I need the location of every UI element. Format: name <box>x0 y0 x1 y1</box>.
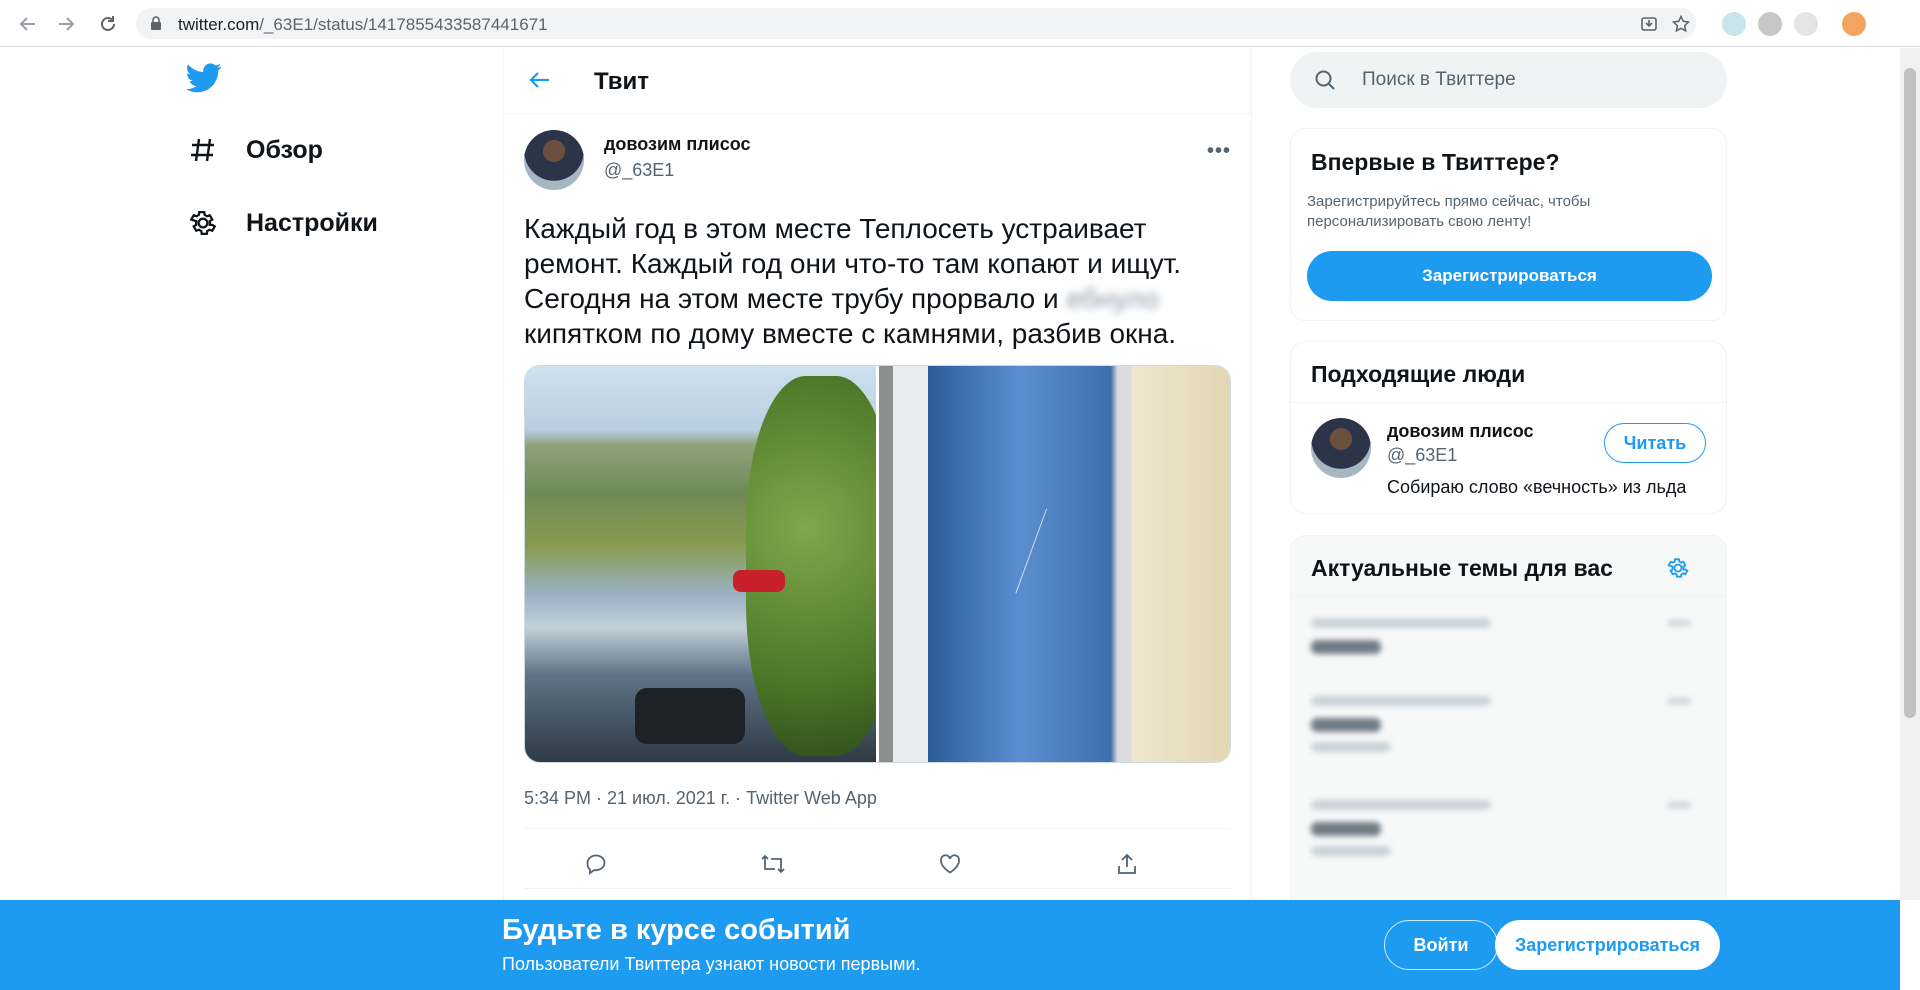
lock-icon <box>150 16 162 35</box>
profile-avatar-icon[interactable] <box>1842 12 1866 36</box>
tweet-actions <box>524 838 1231 890</box>
trends-title: Актуальные темы для вас <box>1311 555 1613 581</box>
browser-back-icon[interactable] <box>14 10 42 38</box>
divider <box>1291 596 1726 597</box>
bookmark-star-icon[interactable] <box>1671 14 1691 38</box>
signup-card-description: Зарегистрируйтесь прямо сейчас, чтобы пе… <box>1307 193 1591 230</box>
follow-button[interactable]: Читать <box>1604 423 1706 463</box>
nav-item-label: Обзор <box>246 135 323 164</box>
address-bar[interactable]: twitter.com/_63E1/status/141785543358744… <box>136 8 1696 39</box>
hashtag-icon <box>186 133 220 167</box>
scrollbar-thumb[interactable] <box>1904 68 1916 718</box>
tweet-timestamp[interactable]: 5:34 PM · 21 июл. 2021 г. · Twitter Web … <box>524 788 877 809</box>
tweet-photo-2[interactable] <box>879 366 1230 762</box>
signup-button[interactable]: Зарегистрироваться <box>1307 251 1712 301</box>
nav-item-label: Настройки <box>246 208 378 237</box>
tweet-column: Твит довозим плисос @_63E1 ••• Каждый го… <box>503 48 1252 900</box>
signup-card: Впервые в Твиттере? Зарегистрируйтесь пр… <box>1290 128 1727 321</box>
person-bio: Собираю слово «вечность» из льда <box>1387 477 1687 497</box>
browser-forward-icon[interactable] <box>52 10 80 38</box>
banner-title: Будьте в курсе событий <box>502 914 851 946</box>
banner-subtitle: Пользователи Твиттера узнают новости пер… <box>502 954 921 974</box>
browser-reload-icon[interactable] <box>94 10 122 38</box>
address-url: twitter.com/_63E1/status/141785543358744… <box>178 15 548 34</box>
trend-item[interactable] <box>1311 800 1711 860</box>
nav-item-explore[interactable]: Обзор <box>186 133 323 167</box>
search-placeholder: Поиск в Твиттере <box>1362 69 1516 90</box>
more-options-icon[interactable]: ••• <box>1207 140 1231 163</box>
person-name[interactable]: довозим плисос <box>1387 421 1534 442</box>
share-icon[interactable] <box>1111 848 1143 880</box>
trend-item[interactable] <box>1311 618 1711 678</box>
avatar[interactable] <box>524 130 584 190</box>
banner-signup-button[interactable]: Зарегистрироваться <box>1495 920 1720 970</box>
trends-card: Актуальные темы для вас <box>1290 535 1727 915</box>
login-banner: Будьте в курсе событий Пользователи Твит… <box>0 900 1900 990</box>
tweet-media[interactable] <box>524 365 1231 763</box>
signup-card-title: Впервые в Твиттере? <box>1311 149 1560 175</box>
gear-icon[interactable] <box>1666 556 1690 585</box>
page-title: Твит <box>594 68 650 95</box>
page-scrollbar[interactable] <box>1900 48 1920 900</box>
nav-item-settings[interactable]: Настройки <box>186 206 378 240</box>
extension-icon[interactable] <box>1758 12 1782 36</box>
who-to-follow-card: Подходящие люди довозим плисос @_63E1 Со… <box>1290 341 1727 514</box>
login-button[interactable]: Войти <box>1384 920 1498 970</box>
who-to-follow-title: Подходящие люди <box>1311 361 1526 387</box>
reply-icon[interactable] <box>580 848 612 880</box>
twitter-logo-icon[interactable] <box>186 63 222 98</box>
author-handle[interactable]: @_63E1 <box>604 160 674 181</box>
retweet-icon[interactable] <box>757 848 789 880</box>
author-name[interactable]: довозим плисос <box>604 134 751 155</box>
back-arrow-icon[interactable] <box>528 68 552 97</box>
tweet-photo-1[interactable] <box>525 366 876 762</box>
column-header: Твит <box>504 48 1251 114</box>
search-input[interactable]: Поиск в Твиттере <box>1290 52 1727 108</box>
install-icon[interactable] <box>1640 15 1658 38</box>
divider <box>1291 402 1726 403</box>
extension-icon[interactable] <box>1722 12 1746 36</box>
blurred-word: ебнуло <box>1066 283 1159 314</box>
tweet-author[interactable]: довозим плисос @_63E1 <box>524 130 751 190</box>
trend-item[interactable] <box>1311 696 1711 756</box>
search-icon <box>1314 69 1336 96</box>
avatar[interactable] <box>1311 418 1371 478</box>
like-heart-icon[interactable] <box>934 848 966 880</box>
person-handle[interactable]: @_63E1 <box>1387 445 1457 466</box>
gear-icon <box>186 206 220 240</box>
browser-toolbar: twitter.com/_63E1/status/141785543358744… <box>0 0 1920 47</box>
divider <box>524 888 1231 889</box>
divider <box>524 828 1231 829</box>
tweet-text: Каждый год в этом месте Теплосеть устраи… <box>524 213 1182 349</box>
extension-icon[interactable] <box>1794 12 1818 36</box>
